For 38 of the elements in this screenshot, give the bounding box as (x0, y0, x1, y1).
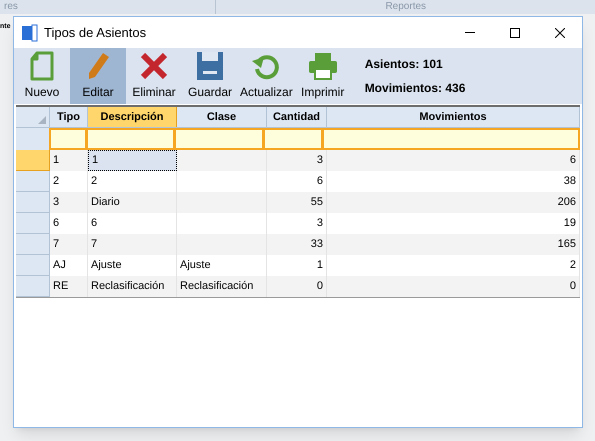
minimize-icon (464, 32, 474, 33)
toolbar-button[interactable]: Actualizar (238, 48, 295, 104)
toolbar-button[interactable]: Editar (70, 48, 126, 104)
app-logo-icon (22, 24, 38, 42)
table-cell: Reclasificación (177, 276, 267, 297)
printer-icon (308, 51, 338, 81)
toolbar-button[interactable]: Nuevo (14, 48, 70, 104)
table-cell: 0 (327, 276, 580, 297)
close-icon (554, 28, 564, 38)
row-header[interactable] (16, 192, 50, 213)
toolbar-button[interactable]: Eliminar (126, 48, 182, 104)
column-header[interactable]: Movimientos (327, 107, 580, 127)
filter-field[interactable] (322, 128, 580, 150)
row-header[interactable] (16, 213, 50, 234)
toolbar-button[interactable]: Imprimir (294, 48, 351, 104)
row-header[interactable] (16, 128, 50, 150)
stat-label: Asientos: 101 (364, 56, 444, 73)
row-header[interactable] (16, 255, 50, 276)
document-icon (29, 51, 55, 81)
maximize-icon (510, 28, 520, 38)
toolbar-button[interactable]: Guardar (182, 48, 238, 104)
table-cell: Reclasificación (88, 276, 177, 297)
column-header[interactable]: Descripción (88, 107, 177, 127)
window-title: Tipos de Asientos (44, 24, 146, 42)
filter-field[interactable] (86, 128, 175, 150)
table-cell: RE (50, 276, 88, 297)
row-header[interactable] (16, 234, 50, 255)
filter-field[interactable] (174, 128, 264, 150)
close-icon (140, 51, 168, 81)
row-header[interactable] (16, 150, 50, 171)
triangle-icon (38, 116, 46, 124)
stat-label: Movimientos: 436 (364, 80, 466, 97)
table-cell: 0 (267, 276, 327, 297)
row-header[interactable] (16, 171, 50, 192)
column-header[interactable]: Cantidad (267, 107, 327, 127)
row-header[interactable] (16, 276, 50, 297)
column-header[interactable]: Clase (177, 107, 267, 127)
table-cell: 1 (88, 150, 177, 171)
